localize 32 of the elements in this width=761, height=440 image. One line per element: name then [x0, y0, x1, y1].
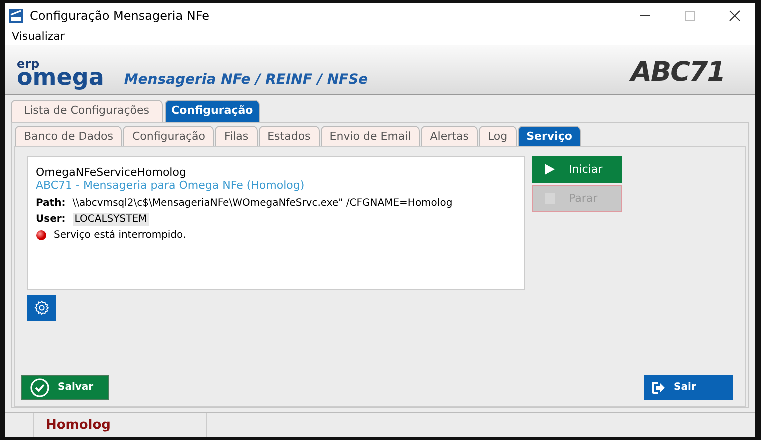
tab[interactable]: Configuração	[164, 100, 260, 122]
tab[interactable]: Serviço	[518, 126, 582, 146]
tab[interactable]: Banco de Dados	[15, 126, 122, 146]
status-text: Homolog	[33, 413, 207, 437]
exit-icon	[652, 382, 666, 394]
exit-button[interactable]: Sair	[644, 375, 733, 400]
settings-icon	[34, 300, 50, 316]
tab[interactable]: Log	[478, 126, 517, 146]
menu-item[interactable]: Visualizar	[12, 30, 65, 43]
check-circle-icon	[30, 378, 50, 398]
service-name: OmegaNFeServiceHomolog	[36, 166, 186, 179]
app-subtitle: Mensageria NFe / REINF / NFSe	[124, 72, 368, 88]
settings-button[interactable]	[27, 295, 56, 321]
play-icon	[545, 164, 555, 175]
brand-logo-text: ABC71	[631, 57, 725, 88]
path-value: \\abcvmsql2\c$\MensageriaNFe\WOmegaNfeSrvc.exe" /CFGNAME=Homolog	[72, 198, 453, 209]
start-button[interactable]: Iniciar	[532, 156, 622, 183]
tab[interactable]: Filas	[215, 126, 258, 146]
path-label: Path:	[36, 198, 66, 209]
user-value: LOCALSYSTEM	[72, 213, 150, 226]
close-icon[interactable]	[729, 10, 741, 22]
service-description: ABC71 - Mensageria para Omega NFe (Homolog)	[36, 179, 305, 192]
save-button[interactable]: Salvar	[21, 375, 109, 400]
tab[interactable]: Configuração	[123, 126, 214, 146]
tab[interactable]: Alertas	[421, 126, 478, 146]
window-title: Configuração Mensageria NFe	[30, 8, 210, 22]
tab[interactable]: Lista de Configurações	[11, 100, 163, 122]
tab[interactable]: Estados	[258, 126, 320, 146]
user-label: User:	[36, 214, 66, 225]
status-text: Serviço está interrompido.	[54, 230, 186, 241]
app-icon	[9, 8, 23, 22]
tab[interactable]: Envio de Email	[320, 126, 420, 146]
